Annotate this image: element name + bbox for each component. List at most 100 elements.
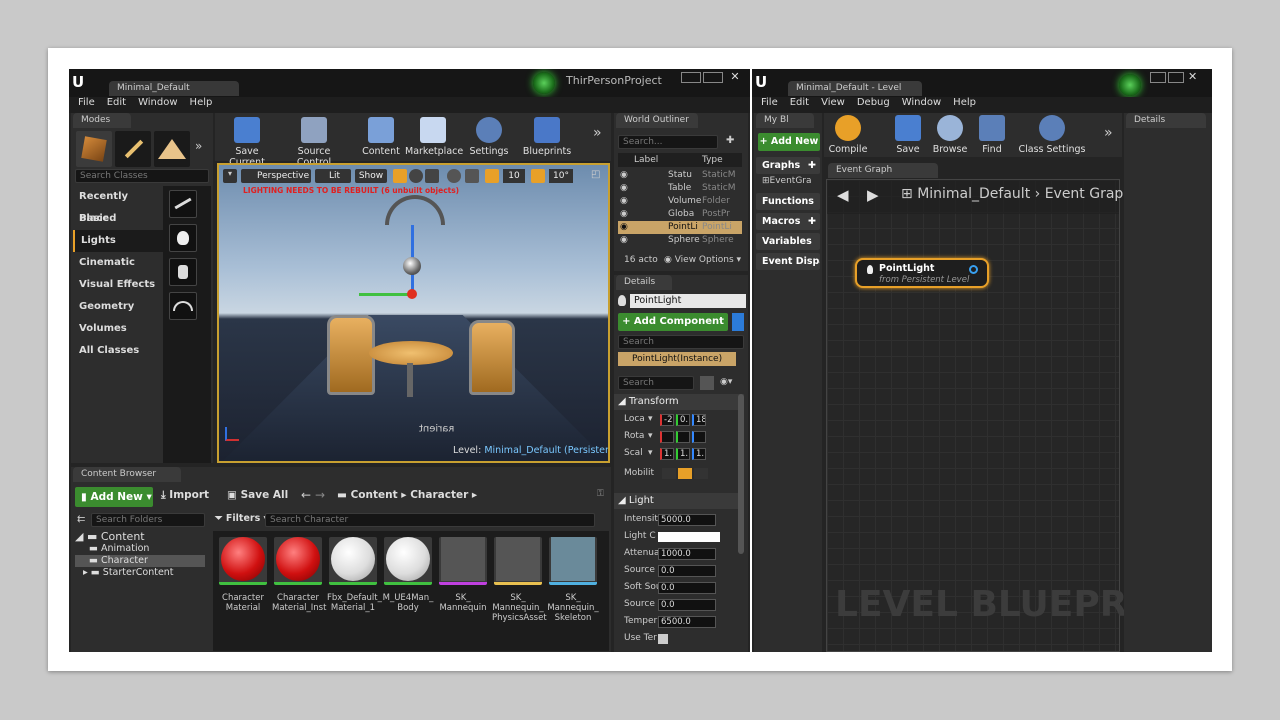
light-value[interactable]: 1000.0: [658, 548, 716, 560]
outliner-row[interactable]: ◉ Statu StaticM: [618, 169, 742, 182]
menu-window[interactable]: Window: [138, 97, 177, 108]
modes-tab[interactable]: Modes: [73, 113, 131, 128]
transform-value[interactable]: -2: [660, 414, 674, 426]
bp-maximize-button[interactable]: [1168, 72, 1184, 83]
path-content[interactable]: Content: [351, 489, 398, 501]
close-button[interactable]: ✕: [725, 70, 745, 83]
settings-button[interactable]: Settings: [467, 117, 511, 157]
content-button[interactable]: Content: [361, 117, 401, 157]
category-lights[interactable]: Lights: [73, 230, 163, 252]
translate-tool-icon[interactable]: [393, 169, 407, 183]
use-temperature-checkbox[interactable]: [658, 634, 668, 644]
save-all-button[interactable]: ▣ Save All: [227, 489, 288, 501]
search-folders-input[interactable]: Search Folders: [91, 513, 205, 527]
menu-edit[interactable]: Edit: [107, 97, 126, 108]
rotate-tool-icon[interactable]: [409, 169, 423, 183]
bp-level-tab[interactable]: Minimal_Default - Level: [788, 81, 922, 96]
visibility-eye-icon[interactable]: ◉: [620, 195, 628, 208]
search-classes-input[interactable]: Search Classes: [75, 169, 209, 183]
transform-value[interactable]: [692, 431, 706, 443]
light-value[interactable]: 6500.0: [658, 616, 716, 628]
tree-character[interactable]: ▬ Character: [75, 555, 205, 567]
tree-animation[interactable]: ▬ Animation: [75, 543, 205, 555]
import-button[interactable]: ⤓ Import: [161, 489, 209, 502]
mobility-movable-button[interactable]: [694, 468, 708, 479]
bp-save-button[interactable]: Save: [890, 115, 926, 155]
rotation-snap-icon[interactable]: [531, 169, 545, 183]
graph-forward-icon[interactable]: ▶: [867, 186, 879, 204]
outliner-row[interactable]: ◉ Volume Folder: [618, 195, 742, 208]
bp-menu-debug[interactable]: Debug: [857, 97, 890, 108]
minimize-button[interactable]: [681, 72, 701, 83]
maximize-viewport-icon[interactable]: ◰: [591, 169, 605, 183]
history-forward-icon[interactable]: →: [315, 488, 325, 502]
category-cinematic[interactable]: Cinematic: [73, 252, 163, 274]
bp-menu-edit[interactable]: Edit: [790, 97, 809, 108]
visibility-eye-icon[interactable]: ◉: [620, 182, 628, 195]
viewport[interactable]: ▾ Perspective Lit Show 10 10° ◰ LIGHTING…: [217, 163, 610, 463]
class-settings-button[interactable]: Class Settings: [1014, 115, 1090, 155]
event-graph-item[interactable]: ⊞EventGra: [762, 176, 812, 186]
blueprints-button[interactable]: Blueprints: [521, 117, 573, 157]
marketplace-button[interactable]: Marketplace: [405, 117, 463, 157]
scale-tool-icon[interactable]: [425, 169, 439, 183]
outliner-row[interactable]: ◉ PointLi PointLi: [618, 221, 742, 234]
more-modes-icon[interactable]: »: [195, 139, 202, 153]
details-search-input[interactable]: Search: [618, 376, 694, 390]
transform-value[interactable]: 1.: [692, 448, 706, 460]
point-light-icon[interactable]: [169, 224, 197, 252]
bp-add-new-button[interactable]: + Add New ▾: [758, 133, 820, 165]
add-new-button[interactable]: ▮ Add New ▾: [75, 487, 153, 507]
light-color-swatch[interactable]: [658, 532, 720, 542]
category-all-classes[interactable]: All Classes: [73, 340, 163, 362]
lit-button[interactable]: Lit: [315, 169, 351, 183]
light-value[interactable]: 5000.0: [658, 514, 716, 526]
more-toolbar-icon[interactable]: »: [593, 125, 602, 141]
level-tab[interactable]: Minimal_Default: [109, 81, 239, 96]
bp-minimize-button[interactable]: [1150, 72, 1166, 83]
visibility-eye-icon[interactable]: ◉: [620, 169, 628, 182]
menu-file[interactable]: File: [78, 97, 95, 108]
transform-value[interactable]: [676, 431, 690, 443]
component-search-input[interactable]: Search: [618, 335, 744, 349]
paint-mode-icon[interactable]: [115, 131, 151, 167]
my-blueprint-tab[interactable]: My Bl: [756, 113, 814, 128]
functions-section[interactable]: Functions ✚: [756, 193, 820, 224]
history-back-icon[interactable]: ←: [301, 488, 311, 502]
tree-starter-content[interactable]: ▸ ▬ StarterContent: [75, 567, 205, 579]
transform-value[interactable]: 1.: [676, 448, 690, 460]
transform-value[interactable]: 1.: [660, 448, 674, 460]
type-column-header[interactable]: Type: [702, 153, 723, 167]
bp-menu-file[interactable]: File: [761, 97, 778, 108]
asset-tile[interactable]: Character Material_Inst: [272, 535, 326, 613]
outliner-row[interactable]: ◉ Globa PostPr: [618, 208, 742, 221]
event-graph-tab[interactable]: Event Graph: [828, 163, 938, 178]
add-actor-icon[interactable]: ✚: [726, 135, 740, 149]
directional-light-icon[interactable]: [169, 190, 197, 218]
sky-light-icon[interactable]: [169, 292, 197, 320]
pointlight-node[interactable]: PointLight from Persistent Level: [855, 258, 989, 288]
bp-menu-view[interactable]: View: [821, 97, 845, 108]
category-basic[interactable]: Basic: [73, 208, 163, 230]
graphs-section[interactable]: Graphs ✚: [756, 157, 820, 174]
asset-tile[interactable]: Character Material: [217, 535, 269, 613]
content-browser-tab[interactable]: Content Browser: [73, 467, 181, 482]
category-volumes[interactable]: Volumes: [73, 318, 163, 340]
find-button[interactable]: Find: [974, 115, 1010, 155]
visibility-eye-icon[interactable]: ◉: [620, 208, 628, 221]
transform-section-header[interactable]: ◢ Transform: [614, 394, 744, 410]
world-space-icon[interactable]: [447, 169, 461, 183]
bp-close-button[interactable]: ✕: [1188, 70, 1204, 83]
outliner-row[interactable]: ◉ Sphere Sphere: [618, 234, 742, 247]
outliner-search-input[interactable]: Search...: [618, 135, 718, 149]
light-value[interactable]: 0.0: [658, 565, 716, 577]
asset-tile[interactable]: SK_ Mannequin_ Skeleton: [547, 535, 599, 623]
visibility-eye-icon[interactable]: ◉: [620, 234, 628, 247]
details-tab[interactable]: Details: [616, 275, 672, 290]
path-character[interactable]: Character: [410, 489, 468, 501]
add-component-button[interactable]: + Add Component ▾: [618, 313, 728, 345]
details-scrollbar[interactable]: [738, 394, 744, 554]
view-options-button[interactable]: ◉ View Options ▾: [664, 255, 741, 265]
macros-section[interactable]: Macros ✚: [756, 213, 820, 230]
bp-menu-window[interactable]: Window: [902, 97, 941, 108]
